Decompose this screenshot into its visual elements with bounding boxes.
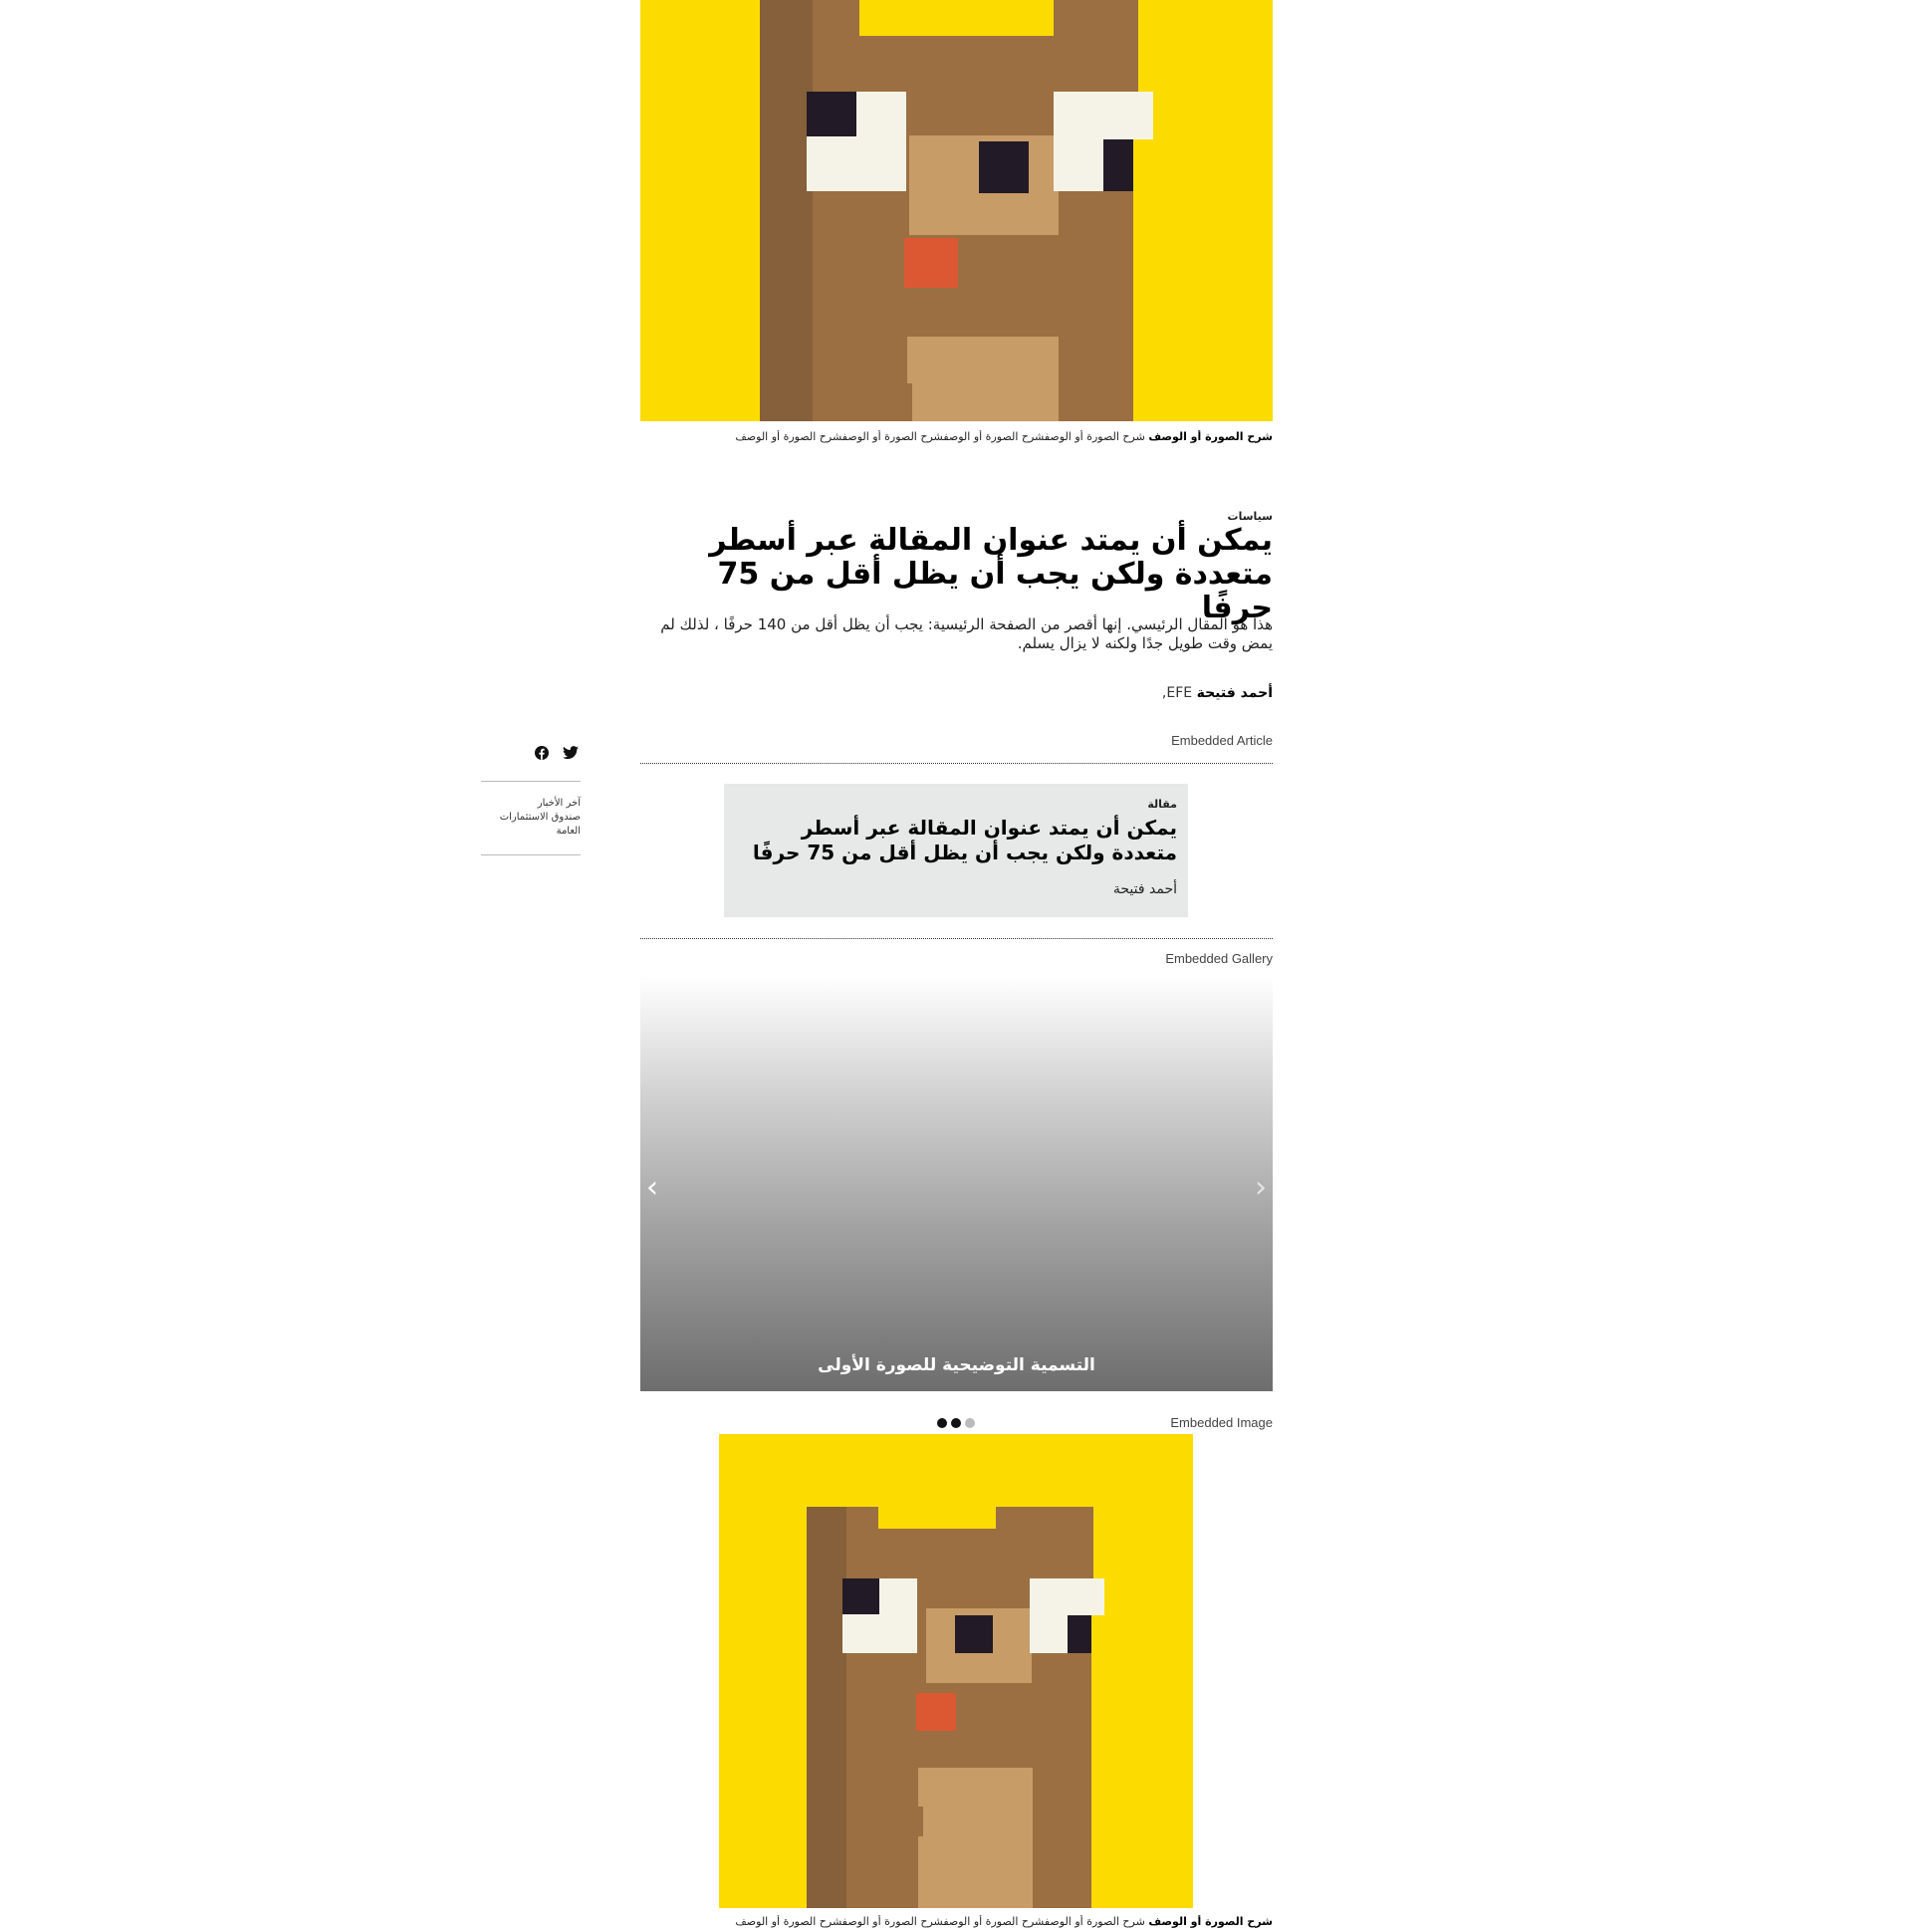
divider bbox=[640, 763, 1273, 764]
share-bar bbox=[535, 745, 581, 761]
sidebar-related[interactable]: آخر الأخبار صندوق الاستثمارات العامة bbox=[481, 781, 581, 855]
card-title[interactable]: يمكن أن يمتد عنوان المقالة عبر أسطر متعد… bbox=[739, 816, 1177, 865]
agency-name: EFE, bbox=[1161, 685, 1193, 701]
hero-caption-text: شرح الصورة أو الوصفشرح الصورة أو الوصفشر… bbox=[735, 430, 1145, 443]
byline: أحمد فتيحة EFE, bbox=[640, 685, 1273, 701]
chevron-left-icon[interactable]: ‹ bbox=[646, 1170, 658, 1205]
image-gallery[interactable]: ‹ › التسمية التوضيحية للصورة الأولى bbox=[640, 976, 1273, 1391]
embedded-image-label: Embedded Image bbox=[1170, 1415, 1273, 1430]
facebook-icon[interactable] bbox=[535, 745, 549, 764]
image-caption-bold: شرح الصورة أو الوصف bbox=[1148, 1915, 1273, 1928]
hero-caption: شرح الصورة أو الوصف شرح الصورة أو الوصفش… bbox=[640, 430, 1273, 444]
author-name[interactable]: أحمد فتيحة bbox=[1197, 685, 1273, 701]
image-caption-text: شرح الصورة أو الوصفشرح الصورة أو الوصفشر… bbox=[735, 1915, 1145, 1928]
twitter-icon[interactable] bbox=[563, 745, 579, 764]
chevron-right-icon[interactable]: › bbox=[1255, 1170, 1267, 1205]
sidebar-line[interactable]: العامة bbox=[481, 825, 581, 839]
hero-image bbox=[640, 0, 1273, 421]
article-dek: هذا هو المقال الرئيسي. إنها أقصر من الصف… bbox=[660, 615, 1273, 652]
embedded-gallery-label: Embedded Gallery bbox=[1165, 951, 1273, 966]
article-headline: يمكن أن يمتد عنوان المقالة عبر أسطر متعد… bbox=[709, 523, 1273, 625]
gallery-caption: التسمية التوضيحية للصورة الأولى bbox=[818, 1355, 1095, 1375]
divider bbox=[640, 938, 1273, 939]
hero-caption-bold: شرح الصورة أو الوصف bbox=[1148, 430, 1273, 443]
image-caption: شرح الصورة أو الوصف شرح الصورة أو الوصفش… bbox=[640, 1915, 1273, 1929]
sidebar-line[interactable]: صندوق الاستثمارات bbox=[481, 811, 581, 825]
sidebar-line[interactable]: آخر الأخبار bbox=[481, 797, 581, 811]
embedded-article-card[interactable]: مقالة يمكن أن يمتد عنوان المقالة عبر أسط… bbox=[724, 784, 1188, 917]
embedded-article-label: Embedded Article bbox=[1171, 733, 1273, 748]
card-kind: مقالة bbox=[1147, 798, 1177, 811]
embedded-image bbox=[719, 1434, 1193, 1908]
card-author: أحمد فتيحة bbox=[1112, 881, 1177, 897]
section-label[interactable]: سياسات bbox=[640, 510, 1273, 523]
